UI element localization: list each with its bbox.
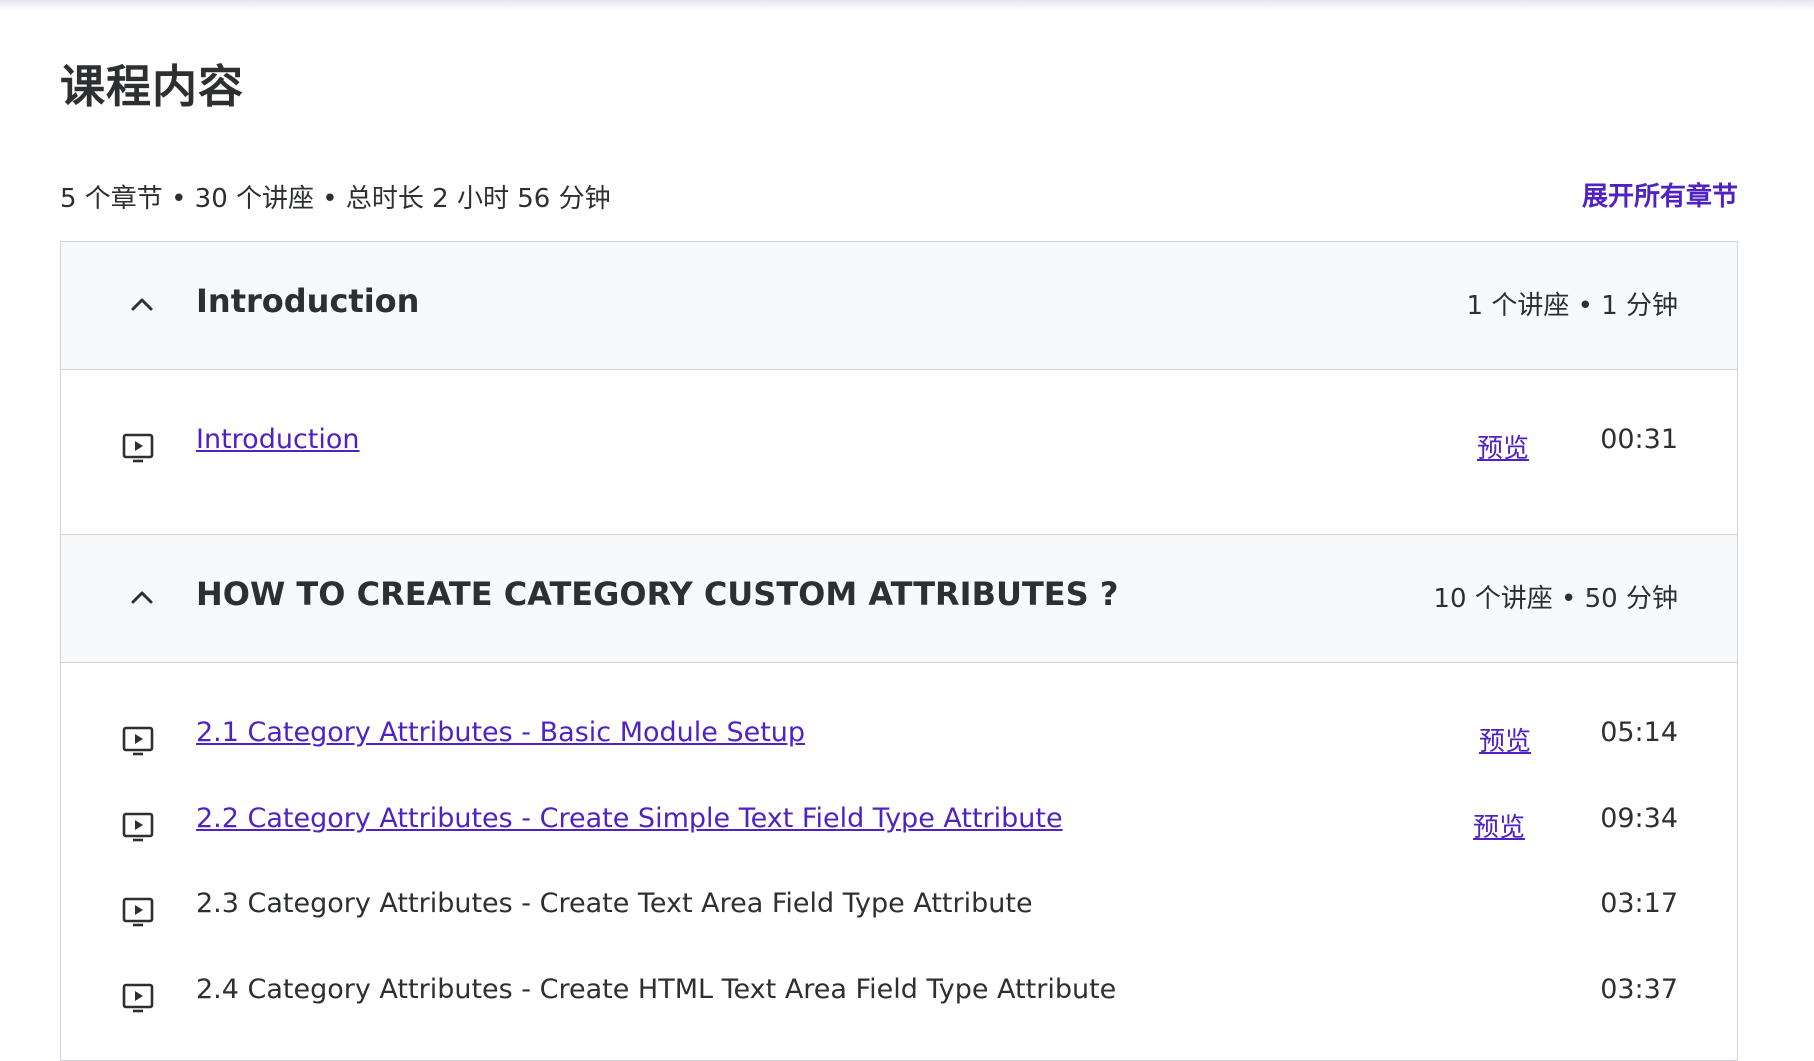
curriculum-summary: 5 个章节 • 30 个讲座 • 总时长 2 小时 56 分钟 — [60, 184, 611, 214]
lecture-item: 2.1 Category Attributes - Basic Module S… — [61, 711, 1737, 767]
lecture-item: 2.4 Category Attributes - Create HTML Te… — [61, 968, 1737, 1024]
video-play-icon — [122, 726, 154, 756]
preview-link[interactable]: 预览 — [1477, 428, 1529, 465]
video-play-icon — [122, 983, 154, 1013]
lecture-title-link[interactable]: 2.1 Category Attributes - Basic Module S… — [196, 717, 805, 748]
section-meta: 10 个讲座 • 50 分钟 — [1433, 584, 1678, 614]
lecture-item: 2.2 Category Attributes - Create Simple … — [61, 797, 1737, 853]
lecture-duration: 00:31 — [1600, 424, 1678, 455]
expand-all-sections-button[interactable]: 展开所有章节 — [1582, 176, 1738, 213]
chevron-up-icon — [131, 591, 153, 604]
chevron-up-icon — [131, 298, 153, 311]
top-shadow — [0, 0, 1814, 10]
lecture-duration: 09:34 — [1600, 803, 1678, 834]
lecture-duration: 03:37 — [1600, 974, 1678, 1005]
lecture-duration: 05:14 — [1600, 717, 1678, 748]
section-title: Introduction — [196, 282, 420, 320]
lecture-duration: 03:17 — [1600, 888, 1678, 919]
lecture-item: 2.3 Category Attributes - Create Text Ar… — [61, 882, 1737, 938]
section-header-category-attributes[interactable]: HOW TO CREATE CATEGORY CUSTOM ATTRIBUTES… — [61, 535, 1737, 663]
lecture-title: 2.3 Category Attributes - Create Text Ar… — [196, 888, 1033, 919]
curriculum-accordion: Introduction 1 个讲座 • 1 分钟 Introduction 预… — [60, 241, 1738, 1061]
section-lecture-list: Introduction 预览 00:31 — [61, 370, 1737, 535]
section-title: HOW TO CREATE CATEGORY CUSTOM ATTRIBUTES… — [196, 575, 1119, 613]
lecture-title: 2.4 Category Attributes - Create HTML Te… — [196, 974, 1117, 1005]
page-title: 课程内容 — [60, 60, 245, 113]
preview-link[interactable]: 预览 — [1479, 721, 1531, 758]
curriculum-summary-row: 5 个章节 • 30 个讲座 • 总时长 2 小时 56 分钟 展开所有章节 — [60, 172, 1738, 214]
video-play-icon — [122, 433, 154, 463]
preview-link[interactable]: 预览 — [1473, 807, 1525, 844]
video-play-icon — [122, 897, 154, 927]
video-play-icon — [122, 812, 154, 842]
lecture-title-link[interactable]: 2.2 Category Attributes - Create Simple … — [196, 803, 1063, 834]
section-header-introduction[interactable]: Introduction 1 个讲座 • 1 分钟 — [61, 242, 1737, 370]
lecture-title-link[interactable]: Introduction — [196, 424, 360, 455]
lecture-item: Introduction 预览 00:31 — [61, 418, 1737, 474]
section-meta: 1 个讲座 • 1 分钟 — [1466, 291, 1678, 321]
